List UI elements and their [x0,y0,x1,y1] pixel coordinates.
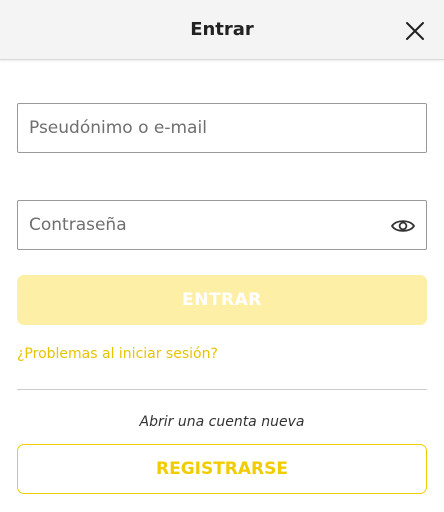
new-account-prompt: Abrir una cuenta nueva [139,414,305,430]
password-field[interactable] [17,200,427,250]
divider [17,389,427,390]
close-icon [406,22,424,40]
eye-icon [391,220,415,232]
show-password-button[interactable] [390,213,416,239]
login-button[interactable]: ENTRAR [17,275,427,325]
trouble-signing-in-link[interactable]: ¿Problemas al iniciar sesión? [17,346,218,362]
register-button[interactable]: REGISTRARSE [17,444,427,494]
close-button[interactable] [403,19,427,43]
username-field[interactable] [17,103,427,153]
modal-header: Entrar [0,0,444,60]
page-title: Entrar [190,19,254,40]
username-input[interactable] [18,104,426,152]
password-input[interactable] [18,201,426,249]
